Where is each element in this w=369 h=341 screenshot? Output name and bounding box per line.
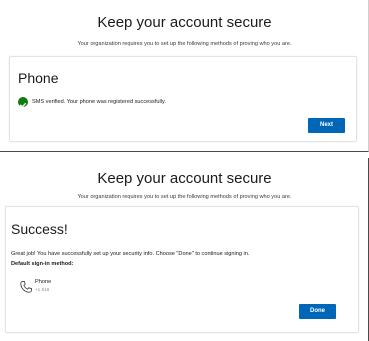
card-heading: Success!: [11, 221, 68, 237]
done-button[interactable]: Done: [299, 304, 336, 319]
method-value: +1 618: [35, 287, 50, 292]
status-message: SMS verified. Your phone was registered …: [32, 99, 166, 105]
page-subtitle: Your organization requires you to set up…: [77, 194, 292, 200]
check-circle-icon: [18, 97, 28, 108]
page-subtitle: Your organization requires you to set up…: [77, 41, 292, 47]
default-method-label: Default sign-in method:: [11, 261, 74, 267]
page-title: Keep your account secure: [97, 14, 272, 31]
phone-card: Phone SMS verified. Your phone was regis…: [9, 56, 357, 142]
success-panel: Keep your account secure Your organizati…: [0, 158, 369, 341]
phone-icon: [19, 280, 33, 294]
success-card: Success! Great job! You have successfull…: [5, 206, 359, 333]
success-message: Great job! You have successfully set up …: [11, 251, 250, 257]
card-heading: Phone: [18, 70, 59, 86]
page-title: Keep your account secure: [97, 170, 272, 187]
next-button[interactable]: Next: [308, 118, 345, 133]
phone-setup-panel: Keep your account secure Your organizati…: [0, 0, 369, 152]
method-name: Phone: [35, 279, 52, 285]
